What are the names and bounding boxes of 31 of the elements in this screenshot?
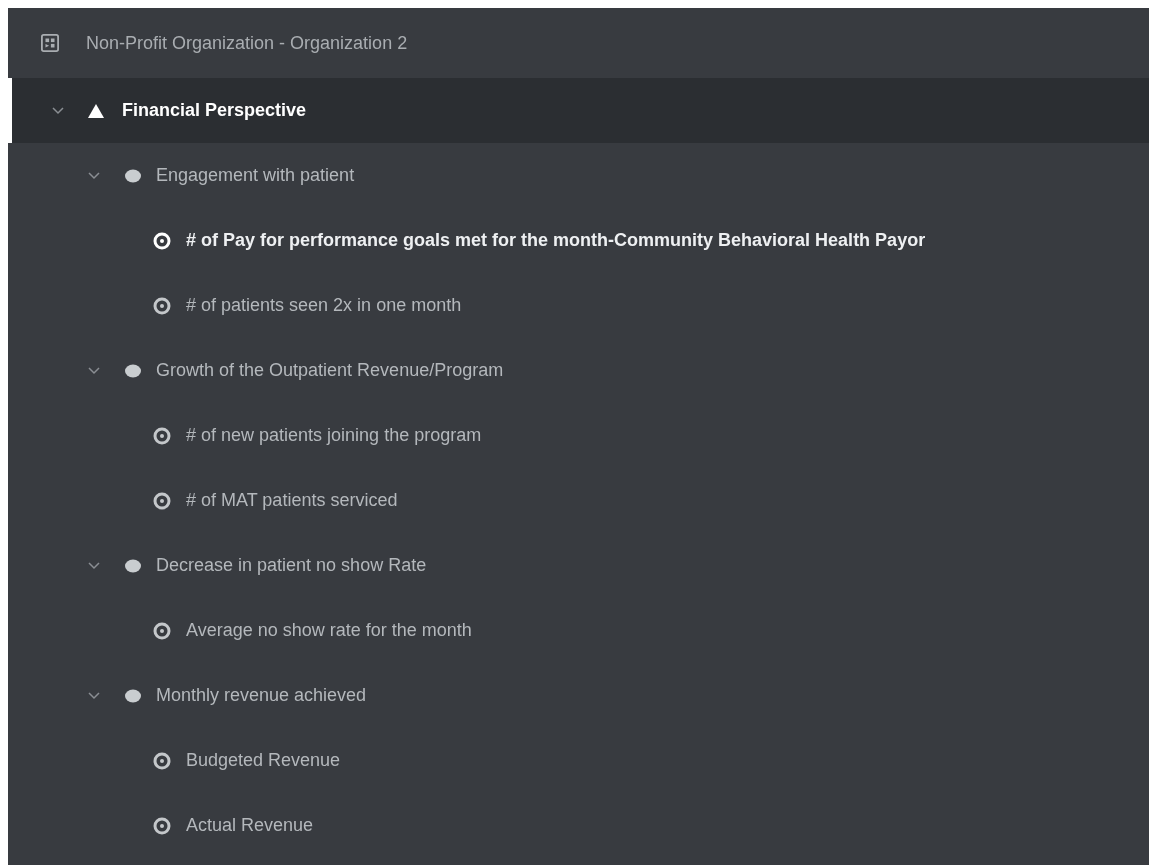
chevron-icon[interactable] bbox=[88, 691, 100, 700]
kpi-label[interactable]: Actual Revenue bbox=[186, 815, 314, 836]
perspective-row[interactable]: Financial Perspective bbox=[8, 78, 1149, 143]
chevron-icon[interactable] bbox=[88, 561, 100, 570]
objective-label[interactable]: Decrease in patient no show Rate bbox=[156, 555, 427, 576]
chevron-icon[interactable] bbox=[88, 171, 100, 180]
target-icon bbox=[153, 426, 171, 445]
objective-label[interactable]: Monthly revenue achieved bbox=[156, 685, 367, 706]
chevron-icon[interactable] bbox=[52, 106, 64, 115]
target-icon bbox=[153, 816, 171, 835]
objective-label[interactable]: Engagement with patient bbox=[156, 165, 355, 186]
dot-icon bbox=[124, 168, 142, 183]
triangle-icon bbox=[88, 103, 104, 118]
kpi-label[interactable]: # of patients seen 2x in one month bbox=[186, 295, 462, 316]
target-icon bbox=[153, 491, 171, 510]
target-icon bbox=[153, 231, 171, 250]
kpi-label[interactable]: # of new patients joining the program bbox=[186, 425, 482, 446]
dot-icon bbox=[124, 558, 142, 573]
target-icon bbox=[153, 751, 171, 770]
kpi-label[interactable]: # of Pay for performance goals met for the month-Community Behavioral Health Payor bbox=[186, 230, 926, 251]
target-icon bbox=[153, 296, 171, 315]
chevron-icon[interactable] bbox=[88, 366, 100, 375]
kpi-label[interactable]: Budgeted Revenue bbox=[186, 750, 341, 771]
dashboard-icon bbox=[41, 34, 59, 52]
organization-title: Non-Profit Organization - Organization 2 bbox=[86, 32, 408, 54]
dot-icon bbox=[124, 688, 142, 703]
objective-label[interactable]: Growth of the Outpatient Revenue/Program bbox=[156, 360, 504, 381]
dot-icon bbox=[124, 363, 142, 378]
target-icon bbox=[153, 621, 171, 640]
kpi-label[interactable]: Average no show rate for the month bbox=[186, 620, 472, 641]
kpi-label[interactable]: # of MAT patients serviced bbox=[186, 490, 398, 511]
